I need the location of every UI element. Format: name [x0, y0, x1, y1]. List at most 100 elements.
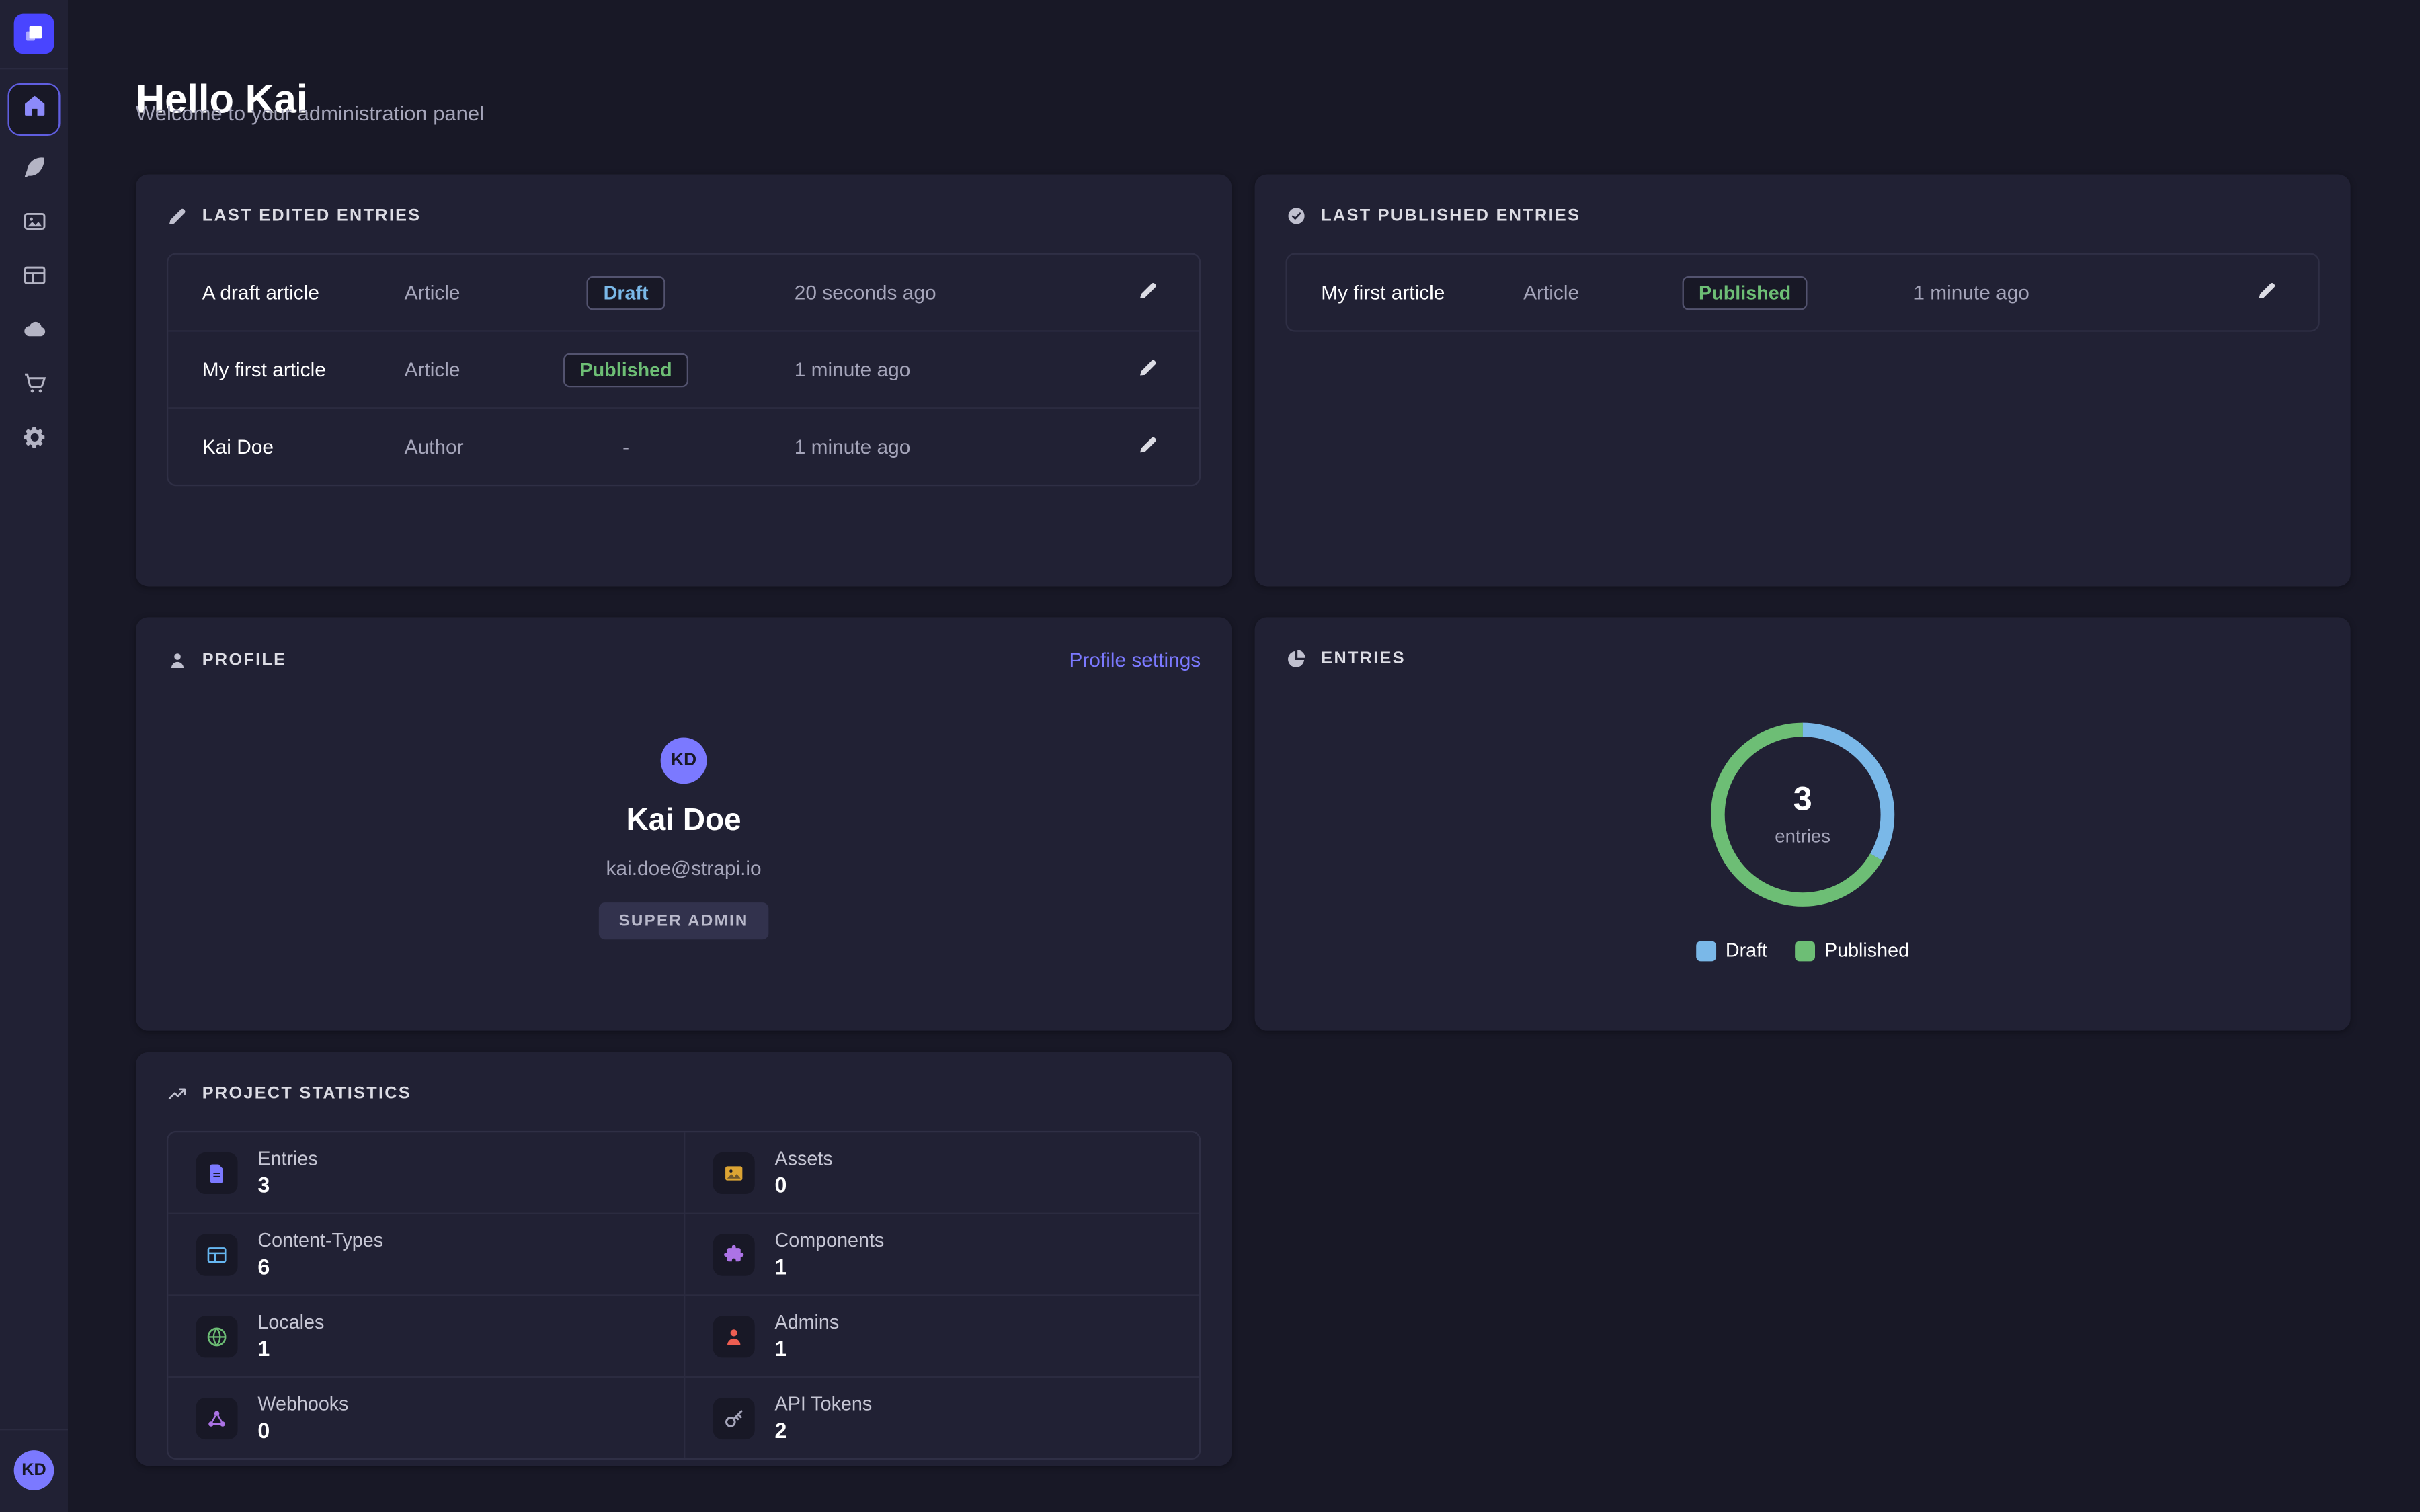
- entry-row: A draft article Article Draft 20 seconds…: [168, 255, 1199, 331]
- profile-name: Kai Doe: [627, 804, 741, 839]
- entry-updated-time: 20 seconds ago: [693, 281, 1131, 304]
- stat-cell-assets: Assets 0: [684, 1132, 1199, 1212]
- stat-value: 1: [775, 1336, 840, 1361]
- entries-card: ENTRIES 3 entries Draft Published: [1255, 617, 2351, 1030]
- document-icon: [196, 1152, 238, 1193]
- user-avatar[interactable]: KD: [14, 1450, 54, 1490]
- stat-cell-api-tokens: API Tokens 2: [684, 1376, 1199, 1458]
- stat-label: Content-Types: [257, 1230, 383, 1251]
- sidebar-item-cloud[interactable]: [15, 314, 52, 351]
- stat-value: 0: [775, 1173, 833, 1198]
- profile-settings-link[interactable]: Profile settings: [1069, 648, 1201, 671]
- profile-card: PROFILE Profile settings KD Kai Doe kai.…: [136, 617, 1232, 1030]
- legend-item-published: Published: [1795, 939, 1909, 961]
- sidebar-item-settings[interactable]: [15, 423, 52, 460]
- last-edited-table: A draft article Article Draft 20 seconds…: [167, 253, 1201, 487]
- entry-title: My first article: [1321, 281, 1523, 304]
- sidebar-item-content-type-builder[interactable]: [15, 261, 52, 298]
- stat-value: 6: [257, 1255, 383, 1279]
- strapi-dashboard: KD Hello Kai Welcome to your administrat…: [0, 0, 2420, 1512]
- entry-title: A draft article: [202, 281, 405, 304]
- key-icon: [713, 1397, 755, 1439]
- entries-donut-chart: 3 entries: [1705, 718, 1900, 912]
- stat-cell-entries: Entries 3: [168, 1132, 684, 1212]
- layout-icon: [196, 1234, 238, 1275]
- legend-item-draft: Draft: [1696, 939, 1767, 961]
- no-status: -: [622, 435, 629, 458]
- sidebar-item-marketplace[interactable]: [15, 369, 52, 406]
- strapi-logo-icon[interactable]: [14, 14, 54, 54]
- sidebar-item-media-library[interactable]: [15, 207, 52, 244]
- stat-label: Entries: [257, 1148, 317, 1169]
- entry-status: Published: [559, 353, 694, 387]
- sidebar-item-content-manager[interactable]: [15, 153, 52, 190]
- cart-icon: [21, 370, 47, 405]
- legend-swatch-icon: [1696, 940, 1716, 960]
- sidebar: KD: [0, 0, 68, 1512]
- home-icon: [21, 93, 47, 127]
- edit-entry-button[interactable]: [2250, 273, 2284, 311]
- card-title: PROJECT STATISTICS: [202, 1085, 411, 1103]
- edit-entry-button[interactable]: [1131, 273, 1166, 311]
- edit-entry-button[interactable]: [1131, 427, 1166, 466]
- last-edited-entries-card: LAST EDITED ENTRIES A draft article Arti…: [136, 174, 1232, 586]
- pencil-icon: [1137, 280, 1159, 306]
- entry-status: Draft: [559, 276, 694, 310]
- card-title: PROFILE: [202, 650, 287, 669]
- card-title: ENTRIES: [1321, 650, 1406, 669]
- entry-updated-time: 1 minute ago: [1812, 281, 2251, 304]
- webhook-icon: [196, 1397, 238, 1439]
- status-badge: Published: [1682, 276, 1808, 310]
- stat-value: 3: [257, 1173, 317, 1198]
- entry-type: Article: [1523, 281, 1677, 304]
- edit-entry-button[interactable]: [1131, 350, 1166, 388]
- stat-cell-components: Components 1: [684, 1213, 1199, 1295]
- person-icon: [713, 1315, 755, 1357]
- images-icon: [21, 208, 47, 243]
- layout-icon: [21, 262, 47, 296]
- entry-type: Article: [405, 358, 559, 381]
- legend-label: Published: [1824, 939, 1909, 961]
- pencil-icon: [1137, 433, 1159, 460]
- status-badge: Published: [563, 353, 689, 387]
- card-title: LAST EDITED ENTRIES: [202, 207, 421, 226]
- legend-swatch-icon: [1795, 940, 1815, 960]
- stat-cell-locales: Locales 1: [168, 1294, 684, 1376]
- stat-label: Assets: [775, 1148, 833, 1169]
- stat-cell-content-types: Content-Types 6: [168, 1213, 684, 1295]
- stat-value: 1: [775, 1255, 885, 1279]
- status-badge: Draft: [586, 276, 665, 310]
- role-badge: SUPER ADMIN: [599, 902, 769, 939]
- pencil-icon: [167, 205, 188, 226]
- pie-chart-icon: [1286, 648, 1307, 669]
- stat-label: Components: [775, 1230, 885, 1251]
- card-title: LAST PUBLISHED ENTRIES: [1321, 207, 1580, 226]
- entry-row: Kai Doe Author - 1 minute ago: [168, 407, 1199, 485]
- page-subtitle: Welcome to your administration panel: [136, 102, 484, 125]
- globe-icon: [196, 1315, 238, 1357]
- stat-label: Webhooks: [257, 1393, 348, 1415]
- stat-cell-webhooks: Webhooks 0: [168, 1376, 684, 1458]
- pencil-icon: [2257, 280, 2278, 306]
- entry-status: -: [559, 435, 694, 458]
- entries-total-label: entries: [1775, 825, 1830, 847]
- sidebar-item-home[interactable]: [7, 83, 60, 136]
- last-published-table: My first article Article Published 1 min…: [1286, 253, 2320, 332]
- entries-total: 3: [1793, 782, 1812, 816]
- user-icon: [167, 648, 188, 670]
- entry-title: My first article: [202, 358, 405, 381]
- entry-status: Published: [1677, 276, 1812, 310]
- pencil-icon: [1137, 356, 1159, 382]
- entry-updated-time: 1 minute ago: [693, 435, 1131, 458]
- sidebar-divider: [0, 1429, 68, 1430]
- entry-row: My first article Article Published 1 min…: [1287, 255, 2318, 331]
- trending-up-icon: [167, 1083, 188, 1105]
- stats-grid: Entries 3 Assets 0 Content-Types 6 Compo…: [167, 1131, 1201, 1460]
- check-circle-icon: [1286, 205, 1307, 226]
- entry-title: Kai Doe: [202, 435, 405, 458]
- chart-legend: Draft Published: [1255, 939, 2351, 961]
- stat-label: Locales: [257, 1312, 324, 1333]
- entry-type: Article: [405, 281, 559, 304]
- gear-icon: [21, 424, 47, 458]
- entry-updated-time: 1 minute ago: [693, 358, 1131, 381]
